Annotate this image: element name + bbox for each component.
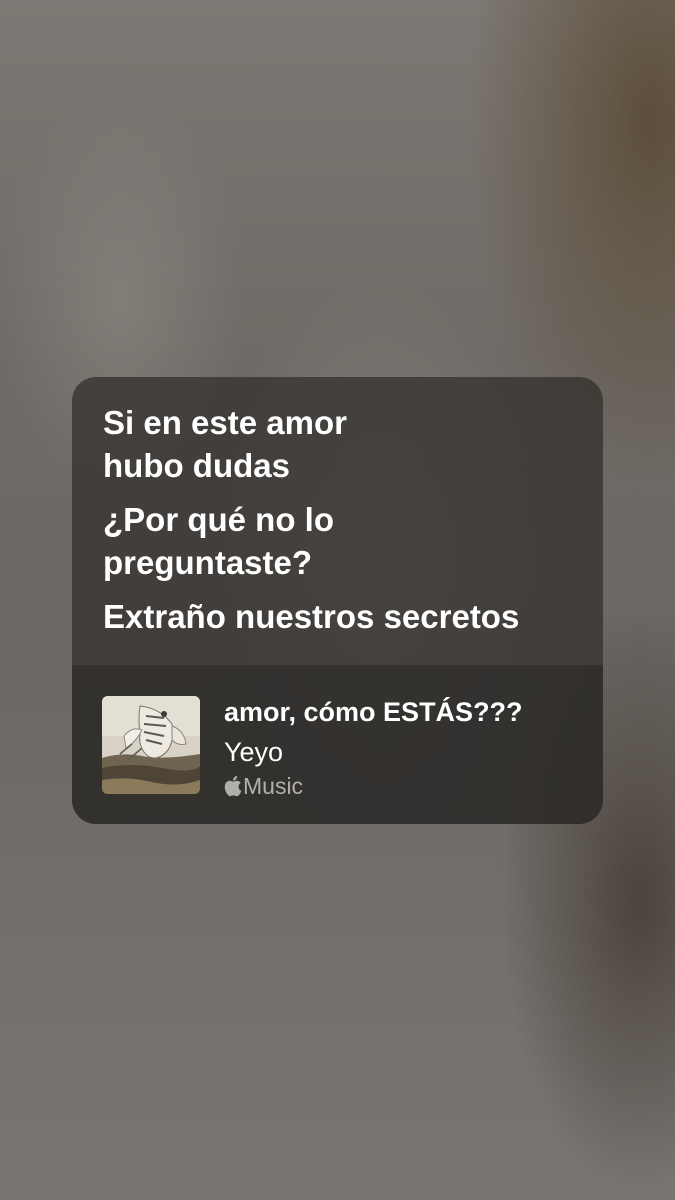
lyrics-section: Si en este amor hubo dudas ¿Por qué no l… [72, 377, 603, 641]
album-artwork [102, 696, 200, 794]
song-info-row[interactable]: amor, cómo ESTÁS??? Yeyo Music [72, 665, 603, 824]
song-artist: Yeyo [224, 737, 284, 767]
song-title: amor, cómo ESTÁS??? [224, 697, 523, 727]
lyric-line: Extraño nuestros secretos [103, 598, 520, 635]
lyrics-share-card[interactable]: Si en este amor hubo dudas ¿Por qué no l… [72, 377, 603, 824]
apple-logo-icon [224, 775, 242, 797]
music-service-label: Music [243, 773, 304, 799]
lyric-line: ¿Por qué no lo preguntaste? [103, 501, 334, 581]
apple-music-badge: Music [223, 772, 303, 800]
lyric-line: Si en este amor hubo dudas [103, 404, 347, 484]
